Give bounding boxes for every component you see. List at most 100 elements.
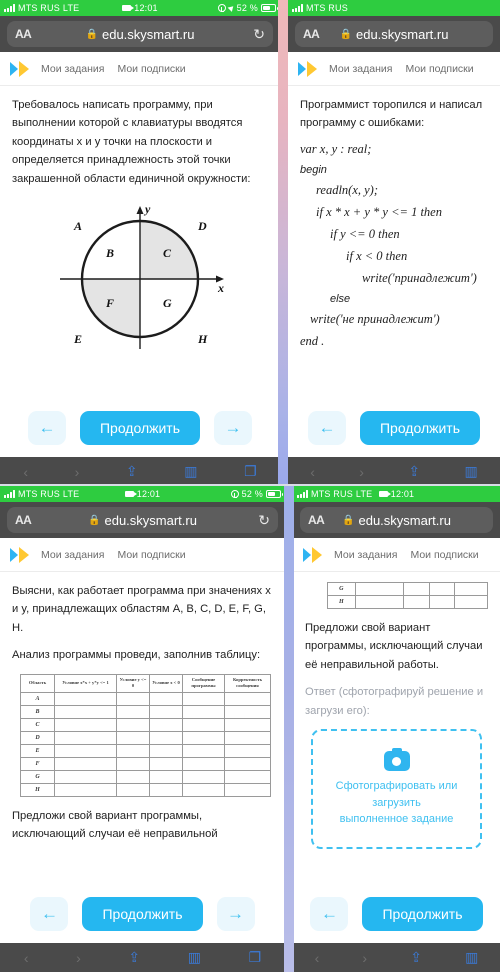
table-cell-empty[interactable] [182, 756, 225, 771]
table-cell-empty[interactable] [402, 582, 430, 596]
table-cell-empty[interactable] [182, 743, 225, 758]
text-size-button[interactable]: AA [15, 27, 32, 41]
table-cell-empty[interactable] [428, 582, 456, 596]
safari-url-bar[interactable]: AA 🔒 edu.skysmart.ru [300, 507, 493, 533]
tabs-icon[interactable]: ❐ [244, 463, 257, 480]
next-button[interactable]: → [214, 411, 253, 445]
table-cell-empty[interactable] [54, 756, 117, 771]
continue-button[interactable]: Продолжить [359, 411, 481, 445]
share-icon[interactable]: ⇪ [410, 949, 422, 966]
table-cell-empty[interactable] [224, 769, 271, 784]
table-cell-empty[interactable] [224, 730, 271, 745]
nav-item-my-tasks[interactable]: Мои задания [41, 549, 104, 561]
table-cell-empty[interactable] [116, 743, 150, 758]
browser-back-icon[interactable]: ‹ [23, 464, 28, 480]
book-icon[interactable]: ▥ [184, 463, 197, 480]
prev-button[interactable]: ← [27, 411, 66, 445]
table-cell-empty[interactable] [149, 756, 183, 771]
network-type-label: LTE [355, 489, 373, 499]
table-cell-empty[interactable] [149, 769, 183, 784]
share-icon[interactable]: ⇪ [128, 949, 140, 966]
book-icon[interactable]: ▥ [188, 949, 201, 966]
table-cell-empty[interactable] [182, 704, 225, 719]
table-cell-empty[interactable] [182, 691, 225, 706]
table-cell-empty[interactable] [402, 595, 430, 609]
book-icon[interactable]: ▥ [465, 463, 478, 480]
table-cell-empty[interactable] [182, 782, 225, 797]
browser-forward-icon[interactable]: › [76, 950, 81, 966]
text-size-button[interactable]: AA [15, 513, 32, 527]
skysmart-logo[interactable] [303, 546, 322, 563]
next-button[interactable]: → [216, 897, 255, 931]
table-cell-empty[interactable] [182, 769, 225, 784]
browser-forward-icon[interactable]: › [75, 464, 80, 480]
table-cell-empty[interactable] [116, 704, 150, 719]
prev-button[interactable]: ← [310, 897, 349, 931]
reload-icon[interactable]: ↻ [258, 512, 270, 529]
browser-forward-icon[interactable]: › [359, 464, 364, 480]
tabs-icon[interactable]: ❐ [249, 949, 262, 966]
table-cell-empty[interactable] [149, 691, 183, 706]
table-cell-empty[interactable] [149, 730, 183, 745]
browser-forward-icon[interactable]: › [362, 950, 367, 966]
table-cell-empty[interactable] [428, 595, 456, 609]
table-cell-empty[interactable] [54, 743, 117, 758]
skysmart-logo[interactable] [10, 60, 29, 77]
nav-item-my-tasks[interactable]: Мои задания [329, 63, 392, 75]
table-cell-empty[interactable] [149, 743, 183, 758]
share-icon[interactable]: ⇪ [408, 463, 420, 480]
reload-icon[interactable]: ↻ [253, 26, 265, 43]
table-cell-empty[interactable] [182, 730, 225, 745]
browser-back-icon[interactable]: ‹ [315, 950, 320, 966]
table-cell-empty[interactable] [116, 769, 150, 784]
text-size-button[interactable]: AA [308, 513, 325, 527]
browser-back-icon[interactable]: ‹ [310, 464, 315, 480]
nav-item-my-subscriptions[interactable]: Мои подписки [117, 63, 185, 75]
table-cell-empty[interactable] [149, 704, 183, 719]
safari-url-bar[interactable]: AA 🔒 edu.skysmart.ru ↻ [7, 507, 278, 533]
table-cell-empty[interactable] [149, 782, 183, 797]
browser-back-icon[interactable]: ‹ [24, 950, 29, 966]
prev-button[interactable]: ← [30, 897, 69, 931]
table-cell-empty[interactable] [149, 717, 183, 732]
table-cell-empty[interactable] [54, 691, 117, 706]
table-cell-empty[interactable] [182, 717, 225, 732]
table-cell-empty[interactable] [224, 756, 271, 771]
table-cell-empty[interactable] [54, 769, 117, 784]
table-cell-empty[interactable] [54, 730, 117, 745]
share-icon[interactable]: ⇪ [126, 463, 138, 480]
skysmart-logo[interactable] [298, 60, 317, 77]
nav-item-my-tasks[interactable]: Мои задания [41, 63, 104, 75]
table-cell-empty[interactable] [454, 582, 488, 596]
table-cell-empty[interactable] [224, 782, 271, 797]
photo-upload-dropzone[interactable]: Сфотографировать или загрузить выполненн… [311, 729, 482, 850]
nav-item-my-subscriptions[interactable]: Мои подписки [405, 63, 473, 75]
book-icon[interactable]: ▥ [465, 949, 478, 966]
table-cell-empty[interactable] [224, 704, 271, 719]
safari-url-bar[interactable]: AA 🔒 edu.skysmart.ru [295, 21, 493, 47]
table-cell-empty[interactable] [116, 756, 150, 771]
nav-item-my-tasks[interactable]: Мои задания [334, 549, 397, 561]
continue-button[interactable]: Продолжить [82, 897, 203, 931]
prev-button[interactable]: ← [307, 411, 346, 445]
continue-button[interactable]: Продолжить [79, 411, 201, 445]
continue-button[interactable]: Продолжить [362, 897, 483, 931]
table-cell-empty[interactable] [54, 717, 117, 732]
table-cell-empty[interactable] [54, 704, 117, 719]
table-cell-empty[interactable] [224, 691, 271, 706]
skysmart-logo[interactable] [10, 546, 29, 563]
table-cell-empty[interactable] [116, 717, 150, 732]
table-cell-empty[interactable] [224, 717, 271, 732]
nav-item-my-subscriptions[interactable]: Мои подписки [410, 549, 478, 561]
nav-item-my-subscriptions[interactable]: Мои подписки [117, 549, 185, 561]
table-cell-empty[interactable] [224, 743, 271, 758]
table-cell-empty[interactable] [454, 595, 488, 609]
text-size-button[interactable]: AA [303, 27, 320, 41]
safari-url-bar[interactable]: AA 🔒 edu.skysmart.ru ↻ [7, 21, 273, 47]
table-cell-empty[interactable] [354, 595, 404, 609]
table-cell-empty[interactable] [116, 691, 150, 706]
table-cell-empty[interactable] [116, 782, 150, 797]
table-cell-empty[interactable] [54, 782, 117, 797]
table-cell-empty[interactable] [116, 730, 150, 745]
table-cell-empty[interactable] [354, 582, 404, 596]
